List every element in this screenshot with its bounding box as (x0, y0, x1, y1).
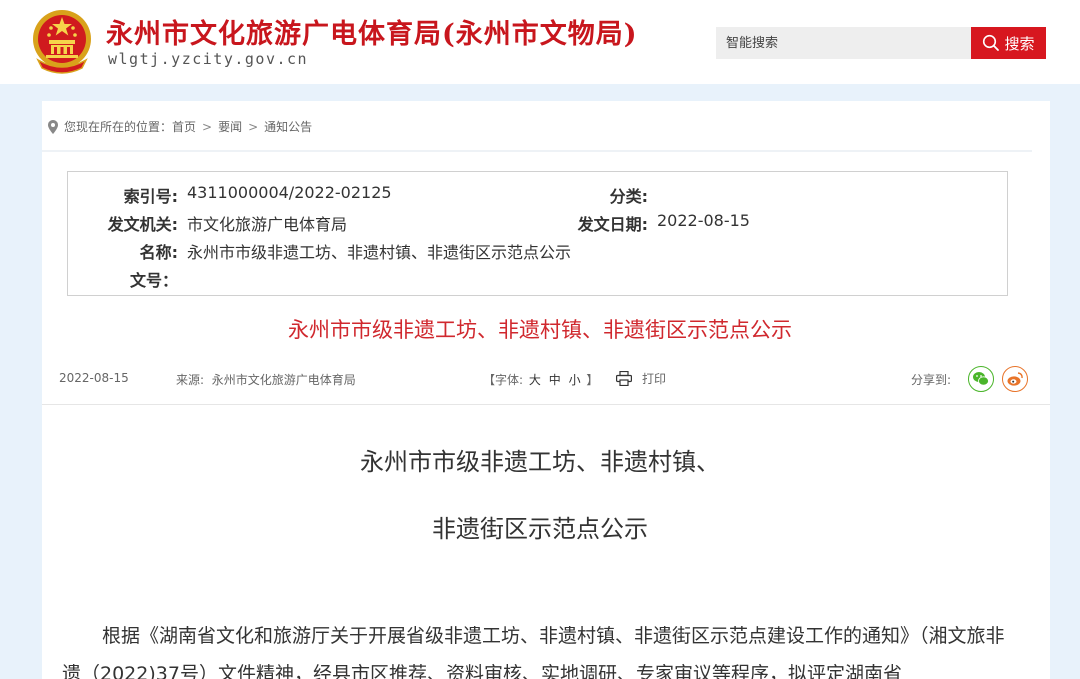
font-small-button[interactable]: 小 (569, 373, 581, 387)
meta-category-label: 分类: (609, 187, 648, 206)
font-size-controls: 【字体: 大 中 小 】 (483, 373, 599, 387)
weibo-share-icon[interactable] (1002, 366, 1028, 392)
breadcrumb-separator: > (248, 119, 259, 134)
search-icon (983, 34, 1000, 51)
article-source: 来源: 永州市文化旅游广电体育局 (176, 373, 356, 387)
article-info-bar: 2022-08-15 来源: 永州市文化旅游广电体育局 【字体: 大 中 小 】… (42, 360, 1050, 404)
font-large-button[interactable]: 大 (529, 373, 541, 387)
meta-issuer-value: 市文化旅游广电体育局 (187, 215, 348, 234)
article-date: 2022-08-15 (59, 371, 129, 385)
national-emblem-icon[interactable] (30, 8, 94, 74)
location-pin-icon (48, 119, 58, 134)
search-button[interactable]: 搜索 (971, 27, 1046, 59)
meta-docno-label: 文号： (129, 271, 178, 290)
breadcrumb: 您现在所在的位置：首页 > 要闻 > 通知公告 (48, 118, 312, 135)
document-title-line-2: 非遗街区示范点公示 (432, 515, 648, 543)
breadcrumb-separator: > (202, 119, 213, 134)
meta-name-label: 名称: (139, 243, 178, 262)
meta-date-value: 2022-08-15 (657, 211, 750, 230)
meta-index-label: 索引号: (123, 187, 178, 206)
meta-issuer-label: 发文机关: (107, 215, 178, 234)
print-button[interactable]: 打印 (616, 370, 666, 387)
info-divider (42, 404, 1050, 405)
weibo-icon (1007, 372, 1023, 386)
article-title: 永州市市级非遗工坊、非遗村镇、非遗街区示范点公示 (288, 318, 792, 342)
meta-name-value: 永州市市级非遗工坊、非遗村镇、非遗街区示范点公示 (187, 243, 572, 262)
font-medium-button[interactable]: 中 (549, 373, 561, 387)
search-input[interactable] (716, 27, 971, 59)
breadcrumb-notices[interactable]: 通知公告 (264, 118, 312, 135)
printer-icon (616, 371, 632, 386)
site-title[interactable]: 永州市文化旅游广电体育局(永州市文物局) (106, 12, 638, 51)
search-button-label: 搜索 (1004, 35, 1035, 53)
wechat-share-icon[interactable] (968, 366, 994, 392)
meta-date-label: 发文日期: (577, 215, 648, 234)
breadcrumb-home[interactable]: 首页 (172, 120, 196, 134)
wechat-icon (973, 372, 989, 386)
share-label: 分享到: (911, 373, 952, 387)
print-label: 打印 (642, 372, 667, 386)
meta-index-value: 4311000004/2022-02125 (187, 183, 392, 202)
document-title-line-1: 永州市市级非遗工坊、非遗村镇、 (360, 448, 720, 476)
article-body-paragraph: 根据《湖南省文化和旅游厅关于开展省级非遗工坊、非遗村镇、非遗街区示范点建设工作的… (62, 625, 1005, 679)
breadcrumb-divider (42, 150, 1032, 152)
site-domain: wlgtj.yzcity.gov.cn (108, 50, 309, 68)
site-header: 永州市文化旅游广电体育局(永州市文物局) wlgtj.yzcity.gov.cn… (0, 0, 1080, 84)
breadcrumb-news[interactable]: 要闻 (218, 118, 242, 135)
document-meta-box: 索引号: 4311000004/2022-02125 分类: 发文机关: 市文化… (67, 171, 1008, 296)
breadcrumb-prefix: 您现在所在的位置：首页 (64, 120, 197, 134)
